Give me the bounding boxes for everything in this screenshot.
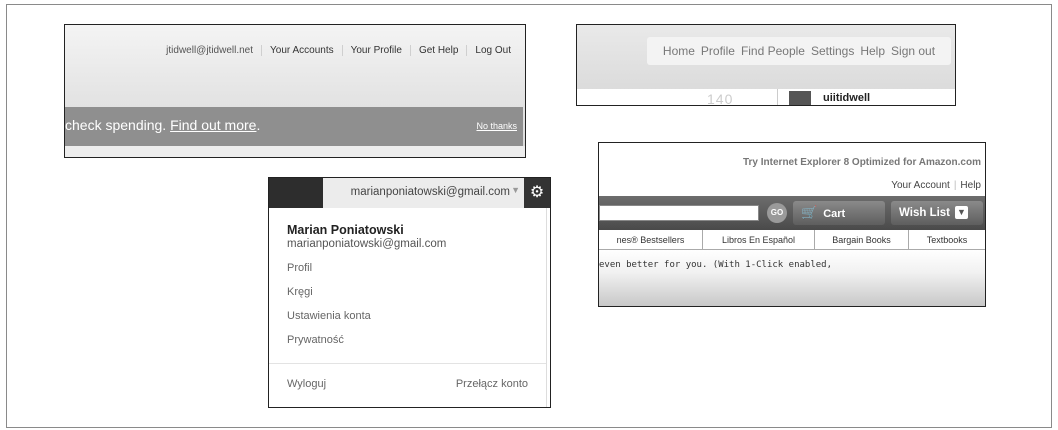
- tab-bestsellers[interactable]: nes® Bestsellers: [599, 230, 703, 250]
- page-strip: [65, 146, 525, 157]
- cart-button[interactable]: 🛒 Cart: [793, 201, 885, 225]
- top-nav: Home Profile Find People Settings Help S…: [647, 37, 951, 65]
- go-button[interactable]: GO: [767, 203, 787, 223]
- account-dropdown-panel: marianponiatowski@gmail.com ▼ ⚙ Marian P…: [268, 177, 551, 408]
- your-profile-link[interactable]: Your Profile: [341, 45, 410, 56]
- menu-item-privacy[interactable]: Prywatność: [287, 334, 344, 346]
- avatar[interactable]: [789, 91, 811, 105]
- cart-icon: 🛒: [801, 205, 818, 220]
- tab-libros-en-espanol[interactable]: Libros En Español: [703, 230, 815, 250]
- promo-banner: check spending. Find out more. No thanks: [65, 107, 523, 146]
- search-input[interactable]: [599, 205, 759, 221]
- menu-item-profile[interactable]: Profil: [287, 262, 312, 274]
- gear-icon[interactable]: ⚙: [524, 178, 550, 208]
- no-thanks-link[interactable]: No thanks: [476, 121, 517, 131]
- your-account-link[interactable]: Your Account: [891, 180, 950, 191]
- tab-bargain-books[interactable]: Bargain Books: [815, 230, 909, 250]
- menu-divider: [269, 363, 546, 364]
- nav-settings[interactable]: Settings: [811, 44, 854, 58]
- account-nav: jtidwell@jtidwell.net Your Accounts Your…: [158, 45, 519, 56]
- link-separator: |: [953, 180, 957, 191]
- account-menu: Marian Poniatowski marianponiatowski@gma…: [269, 208, 547, 407]
- account-email: jtidwell@jtidwell.net: [166, 45, 254, 56]
- nav-sign-out[interactable]: Sign out: [891, 44, 935, 58]
- nav-profile[interactable]: Profile: [701, 44, 735, 58]
- character-count: 140: [707, 91, 734, 106]
- user-name: Marian Poniatowski: [287, 223, 404, 237]
- one-click-note: even better for you. (With 1-Click enabl…: [599, 250, 985, 306]
- username-link[interactable]: uiitidwell: [823, 92, 870, 104]
- chevron-down-icon: ▼: [955, 206, 969, 220]
- banner-period: .: [256, 117, 261, 133]
- logout-link[interactable]: Wyloguj: [287, 378, 326, 390]
- wish-list-label: Wish List: [899, 207, 951, 219]
- category-tabs: nes® Bestsellers Libros En Español Barga…: [599, 230, 985, 250]
- account-switcher-email[interactable]: marianponiatowski@gmail.com: [351, 186, 510, 198]
- your-accounts-link[interactable]: Your Accounts: [261, 45, 342, 56]
- nav-home[interactable]: Home: [663, 44, 695, 58]
- banner-message: check spending. Find out more.: [65, 117, 260, 133]
- cart-label: Cart: [823, 208, 846, 220]
- account-links: Your Account | Help: [891, 180, 981, 191]
- switch-account-link[interactable]: Przełącz konto: [456, 378, 528, 390]
- get-help-link[interactable]: Get Help: [409, 45, 466, 56]
- find-out-more-link[interactable]: Find out more: [170, 117, 256, 133]
- nav-help[interactable]: Help: [860, 44, 885, 58]
- banner-text: check spending.: [65, 117, 167, 133]
- help-link[interactable]: Help: [960, 180, 981, 191]
- wish-list-button[interactable]: Wish List ▼: [891, 201, 983, 225]
- menu-item-circles[interactable]: Kręgi: [287, 286, 313, 298]
- nav-find-people[interactable]: Find People: [741, 44, 805, 58]
- store-header-panel: Try Internet Explorer 8 Optimized for Am…: [598, 142, 986, 307]
- user-email: marianponiatowski@gmail.com: [287, 238, 447, 250]
- menu-item-account-settings[interactable]: Ustawienia konta: [287, 310, 371, 322]
- content-area: [577, 89, 777, 105]
- browser-promo-link[interactable]: Try Internet Explorer 8 Optimized for Am…: [743, 157, 981, 168]
- note-text: even better for you. (With 1-Click enabl…: [599, 260, 832, 270]
- search-bar: GO 🛒 Cart Wish List ▼: [599, 196, 985, 230]
- top-links-panel: Home Profile Find People Settings Help S…: [576, 24, 956, 106]
- account-bar-panel: jtidwell@jtidwell.net Your Accounts Your…: [64, 24, 526, 158]
- tab-textbooks[interactable]: Textbooks: [909, 230, 985, 250]
- chevron-down-icon[interactable]: ▼: [511, 185, 520, 195]
- log-out-link[interactable]: Log Out: [466, 45, 519, 56]
